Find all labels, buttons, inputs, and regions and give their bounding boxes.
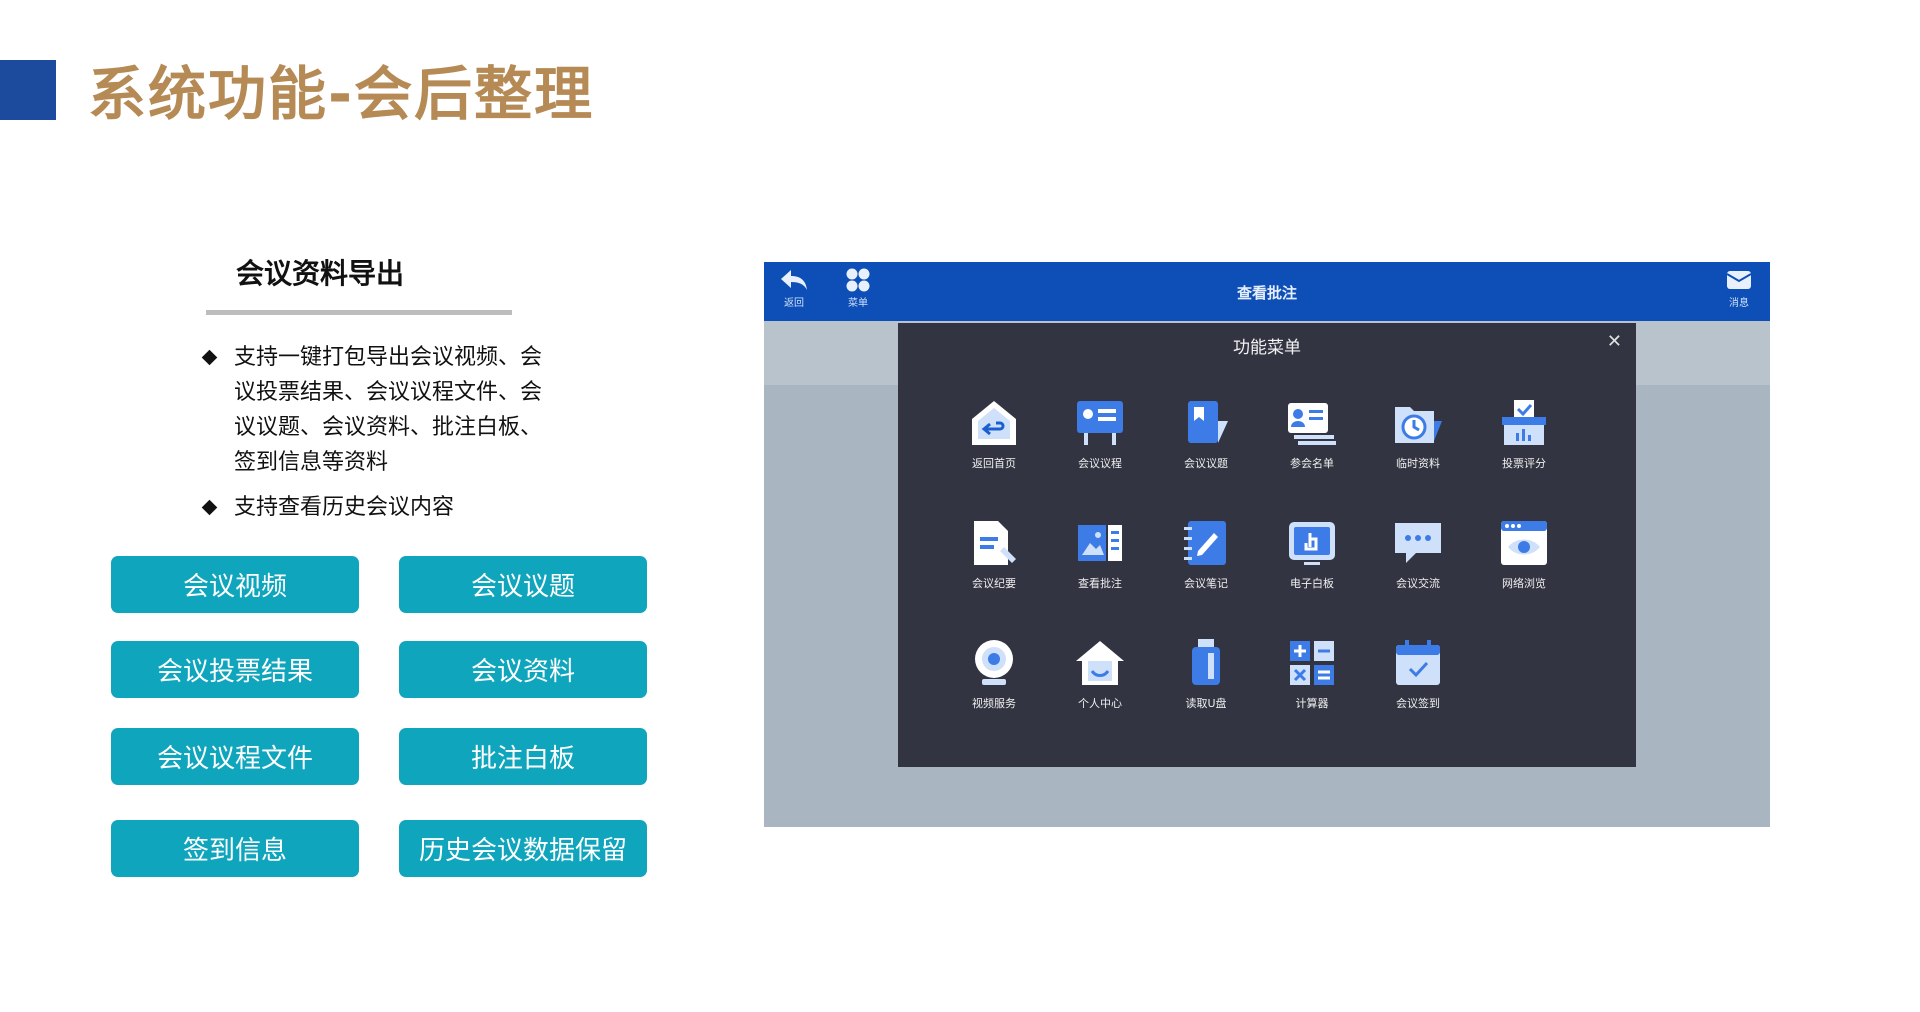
- tag-sign-in-info: 签到信息: [111, 820, 359, 877]
- app-label: 会议议题: [1184, 457, 1228, 470]
- diamond-bullet-icon: [201, 349, 218, 366]
- app-label: 读取U盘: [1185, 697, 1227, 710]
- message-label: 消息: [1729, 298, 1749, 309]
- app-minutes[interactable]: 会议纪要: [944, 517, 1044, 591]
- usb-icon: [1192, 639, 1220, 685]
- app-chat[interactable]: 会议交流: [1368, 517, 1468, 591]
- panel-title: 功能菜单: [1233, 338, 1301, 358]
- notes-icon: [1184, 521, 1226, 565]
- app-annotation[interactable]: 查看批注: [1050, 517, 1150, 591]
- app-calculator[interactable]: 计算器: [1262, 637, 1362, 711]
- tag-history-data: 历史会议数据保留: [399, 820, 647, 877]
- slide-title: 系统功能-会后整理: [88, 60, 595, 128]
- app-topics[interactable]: 会议议题: [1156, 397, 1256, 471]
- close-icon[interactable]: ✕: [1607, 331, 1622, 352]
- app-label: 会议笔记: [1184, 577, 1228, 590]
- screen-title: 查看批注: [1236, 284, 1297, 302]
- app-label: 视频服务: [972, 697, 1016, 710]
- section-title: 会议资料导出: [236, 257, 405, 290]
- app-label: 投票评分: [1502, 457, 1546, 470]
- section-divider: [206, 310, 512, 315]
- browser-icon: [1501, 521, 1547, 565]
- app-label: 网络浏览: [1502, 577, 1546, 590]
- chat-icon: [1395, 523, 1441, 563]
- function-menu-panel: 功能菜单 ✕ 返回首页 会议议程 会议议题 参会名单 临时资料 投票评分 会议纪…: [898, 323, 1636, 767]
- bullet-text: 支持查看历史会议内容: [234, 495, 455, 520]
- user-center-icon: [1076, 641, 1124, 685]
- temp-files-icon: [1395, 407, 1442, 443]
- app-user-center[interactable]: 个人中心: [1050, 637, 1150, 711]
- annotation-icon: [1078, 525, 1122, 561]
- diamond-bullet-icon: [201, 499, 218, 516]
- video-icon: [975, 640, 1013, 685]
- app-whiteboard[interactable]: 电子白板: [1262, 517, 1362, 591]
- app-sign-in[interactable]: 会议签到: [1368, 637, 1468, 711]
- agenda-icon: [1077, 401, 1123, 445]
- app-temp-files[interactable]: 临时资料: [1368, 397, 1468, 471]
- tag-annotation-whiteboard: 批注白板: [399, 728, 647, 785]
- tag-meeting-materials: 会议资料: [399, 641, 647, 698]
- app-label: 返回首页: [972, 457, 1016, 470]
- app-label: 会议议程: [1078, 457, 1122, 470]
- minutes-icon: [974, 521, 1016, 565]
- app-video[interactable]: 视频服务: [944, 637, 1044, 711]
- app-topbar: 返回 菜单 查看批注 消息: [764, 262, 1770, 321]
- app-notes[interactable]: 会议笔记: [1156, 517, 1256, 591]
- message-button[interactable]: 消息: [1717, 268, 1761, 309]
- tag-meeting-video: 会议视频: [111, 556, 359, 613]
- app-label: 会议签到: [1396, 697, 1440, 710]
- attendee-list-icon: [1288, 403, 1336, 445]
- whiteboard-icon: [1289, 522, 1335, 565]
- sign-in-icon: [1396, 640, 1440, 685]
- title-accent-bar: [0, 60, 56, 120]
- app-label: 会议交流: [1396, 577, 1440, 590]
- app-attendees[interactable]: 参会名单: [1262, 397, 1362, 471]
- app-screenshot: 返回 菜单 查看批注 消息 功能菜单 ✕ 返回首页 会议议程 会议议题 参会名单…: [764, 262, 1770, 827]
- calculator-icon: [1290, 641, 1334, 685]
- bullet-list: 支持一键打包导出会议视频、会议投票结果、会议议程文件、会议议题、会议资料、批注白…: [200, 340, 560, 535]
- app-label: 计算器: [1295, 697, 1329, 710]
- bullet-item: 支持查看历史会议内容: [200, 490, 560, 525]
- message-icon: [1726, 271, 1752, 289]
- bullet-text: 支持一键打包导出会议视频、会议投票结果、会议议程文件、会议议题、会议资料、批注白…: [234, 345, 543, 475]
- app-vote[interactable]: 投票评分: [1474, 397, 1574, 471]
- app-usb[interactable]: 读取U盘: [1156, 637, 1256, 711]
- tag-vote-results: 会议投票结果: [111, 641, 359, 698]
- app-label: 个人中心: [1078, 697, 1122, 710]
- app-agenda[interactable]: 会议议程: [1050, 397, 1150, 471]
- topic-icon: [1188, 401, 1228, 443]
- tag-meeting-topics: 会议议题: [399, 556, 647, 613]
- app-browser[interactable]: 网络浏览: [1474, 517, 1574, 591]
- app-label: 参会名单: [1290, 457, 1334, 470]
- app-label: 临时资料: [1396, 457, 1440, 470]
- bullet-item: 支持一键打包导出会议视频、会议投票结果、会议议程文件、会议议题、会议资料、批注白…: [200, 340, 560, 480]
- app-label: 会议纪要: [972, 577, 1016, 590]
- app-label: 电子白板: [1290, 577, 1334, 590]
- app-label: 查看批注: [1078, 577, 1122, 590]
- vote-icon: [1502, 400, 1546, 445]
- home-back-icon: [972, 401, 1016, 445]
- tag-agenda-files: 会议议程文件: [111, 728, 359, 785]
- app-home-back[interactable]: 返回首页: [944, 397, 1044, 471]
